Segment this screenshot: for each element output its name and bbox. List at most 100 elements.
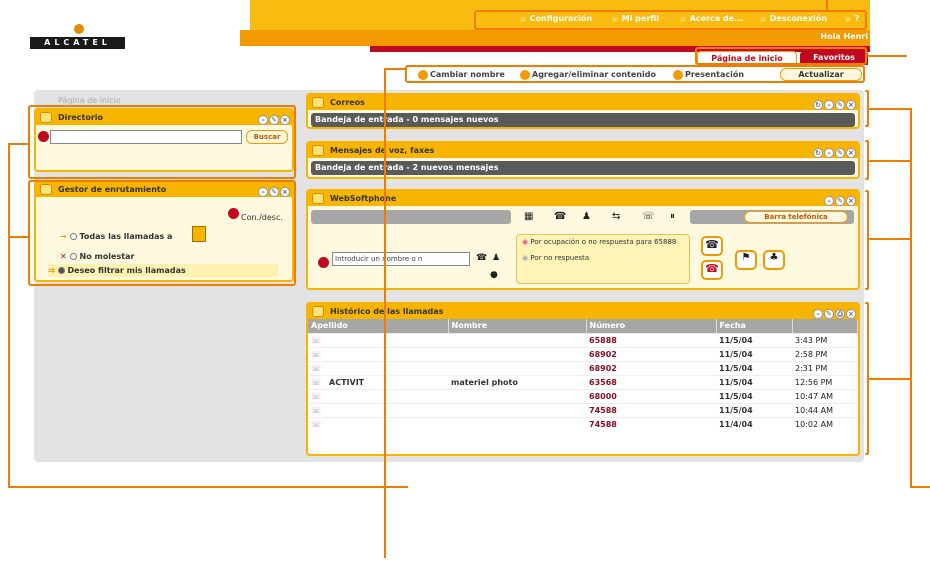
callout-box-left-top (28, 105, 296, 179)
cell-apellido: ☏ (308, 402, 448, 417)
col-hora (792, 319, 858, 333)
callout-box-top-links (474, 10, 867, 30)
call-history-table: Apellido Nombre Número Fecha ☏ 65888 11/5/… (308, 319, 858, 431)
widget-controls: ↻ – ✎ × (812, 97, 856, 112)
phone-icon[interactable]: ☎ (554, 211, 566, 222)
barra-telefonica-button[interactable]: Barra telefónica (744, 211, 848, 223)
dialpad-icon[interactable]: ▦ (524, 211, 533, 222)
table-row[interactable]: ☏ 68902 11/5/04 2:31 PM (308, 360, 858, 375)
call-icon[interactable]: ☎ (476, 253, 487, 263)
group-call-button[interactable]: ♣ (763, 250, 785, 270)
table-row[interactable]: ☏ ACTIVIT materiel photo 63568 11/5/04 12:56 … (308, 374, 858, 389)
websoftphone-header: WebSoftphone – ✎ × (308, 191, 858, 206)
callout-box-left-bottom (28, 180, 296, 286)
call-type-icon: ☏ (311, 349, 322, 359)
callout-line (869, 378, 910, 380)
callout-box-tabs (695, 47, 867, 65)
table-row[interactable]: ☏ 65888 11/5/04 3:43 PM (308, 332, 858, 347)
minimize-icon[interactable]: – (824, 100, 834, 110)
softphone-dial-input[interactable]: Introducir un nombre o n (332, 252, 470, 266)
col-nombre[interactable]: Nombre (448, 319, 587, 333)
contacts-icon[interactable]: ♟ (582, 211, 591, 222)
correos-widget: Correos ↻ – ✎ × Bandeja de entrada - 0 mens… (306, 93, 860, 129)
callout-line (910, 108, 912, 488)
historico-title: Histórico de las llamadas (330, 307, 444, 316)
refresh-icon[interactable]: ↻ (813, 148, 823, 158)
edit-icon[interactable]: ✎ (835, 196, 845, 206)
widget-controls: – ✎ × (823, 193, 856, 208)
voicemail-call-icon[interactable]: ● (490, 270, 498, 280)
cell-numero: 63568 (586, 374, 716, 389)
historico-widget: Histórico de las llamadas – ✎ ⎙ × Apellido … (306, 302, 860, 456)
minimize-icon[interactable]: – (824, 196, 834, 206)
edit-icon[interactable]: ✎ (835, 100, 845, 110)
correos-title: Correos (330, 98, 365, 107)
cell-hora: 3:43 PM (792, 332, 858, 347)
close-icon[interactable]: × (846, 100, 856, 110)
call-type-icon: ☏ (311, 377, 322, 387)
voz-inbox-bar[interactable]: Bandeja de entrada - 2 nuevos mensajes (311, 161, 855, 175)
cell-fecha: 11/5/04 (716, 402, 792, 417)
forward-rule-busy[interactable]: ◉ Por ocupación o no respuesta para 6588… (522, 238, 676, 246)
refresh-icon[interactable]: ↻ (813, 100, 823, 110)
cell-apellido: ☏ (308, 416, 448, 431)
cell-nombre (448, 332, 586, 347)
cell-nombre: materiel photo (448, 374, 586, 389)
correos-header: Correos ↻ – ✎ × (308, 95, 858, 110)
widget-controls: ↻ – ✎ × (812, 145, 856, 160)
callout-line (869, 160, 910, 162)
callout-line (8, 143, 28, 145)
edit-icon[interactable]: ✎ (835, 148, 845, 158)
voz-title: Mensajes de voz, faxes (330, 146, 435, 155)
voz-widget: Mensajes de voz, faxes ↻ – ✎ × Bandeja de e… (306, 141, 860, 179)
transfer-icon[interactable]: ⇆ (612, 211, 620, 222)
softphone-title: WebSoftphone (330, 194, 397, 203)
cell-apellido: ☏ (308, 346, 448, 361)
mail-icon (312, 97, 324, 108)
close-icon[interactable]: × (846, 148, 856, 158)
table-row[interactable]: ☏ 74588 11/5/04 10:44 AM (308, 402, 858, 417)
forward-rule-noanswer[interactable]: ◉ Por no respuesta (522, 254, 589, 262)
correos-inbox-bar[interactable]: Bandeja de entrada - 0 mensajes nuevos (311, 113, 855, 127)
col-numero[interactable]: Número (586, 319, 717, 333)
cell-fecha: 11/5/04 (716, 346, 792, 361)
cell-hora: 10:47 AM (792, 388, 858, 403)
col-apellido[interactable]: Apellido (308, 319, 449, 333)
cell-hora: 2:58 PM (792, 346, 858, 361)
callout-box-actions (405, 65, 865, 83)
hangup-call-button[interactable]: ☎ (701, 260, 723, 280)
cell-hora: 10:44 AM (792, 402, 858, 417)
table-row[interactable]: ☏ 68902 11/5/04 2:58 PM (308, 346, 858, 361)
call-type-icon: ☏ (311, 419, 322, 429)
voz-header: Mensajes de voz, faxes ↻ – ✎ × (308, 143, 858, 158)
hold-icon[interactable]: ⏸ (670, 211, 675, 222)
cell-fecha: 11/5/04 (716, 374, 792, 389)
alcatel-logo: ALCATEL (30, 37, 125, 49)
voicemail-icon (312, 145, 324, 156)
call-type-icon: ☏ (311, 391, 322, 401)
cell-numero: 68902 (586, 346, 716, 361)
edit-icon[interactable]: ✎ (824, 309, 834, 319)
print-icon[interactable]: ⎙ (835, 309, 845, 319)
minimize-icon[interactable]: – (813, 309, 823, 319)
col-fecha[interactable]: Fecha (716, 319, 793, 333)
callout-line (869, 238, 910, 240)
cell-hora: 2:31 PM (792, 360, 858, 375)
cell-nombre (448, 402, 586, 417)
historico-header: Histórico de las llamadas – ✎ ⎙ × (308, 304, 858, 319)
directory-lookup-icon[interactable]: ♟ (492, 253, 500, 263)
cell-hora: 10:02 AM (792, 416, 858, 431)
close-icon[interactable]: × (846, 196, 856, 206)
answer-call-button[interactable]: ☎ (701, 236, 723, 256)
page-subtitle: Página de inicio (58, 96, 121, 105)
conference-button[interactable]: ⚑ (735, 250, 757, 270)
minimize-icon[interactable]: – (824, 148, 834, 158)
close-icon[interactable]: × (846, 309, 856, 319)
conference-icon[interactable]: ☏ (642, 211, 655, 222)
table-row[interactable]: ☏ 74588 11/4/04 10:02 AM (308, 416, 858, 431)
callout-line (869, 108, 910, 110)
cell-numero: 74588 (586, 402, 716, 417)
table-row[interactable]: ☏ 68000 11/5/04 10:47 AM (308, 388, 858, 403)
callout-bracket (865, 190, 869, 290)
cell-numero: 65888 (586, 332, 716, 347)
